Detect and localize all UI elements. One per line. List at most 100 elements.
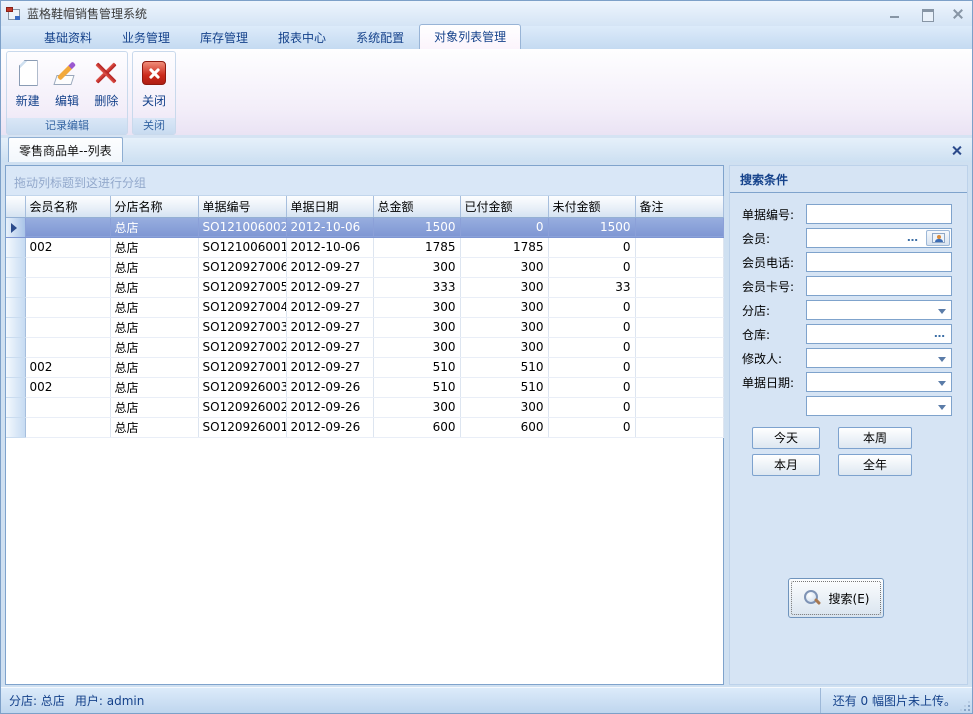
grid-cell[interactable]: SO120927001 xyxy=(198,357,286,377)
grid-cell[interactable]: 300 xyxy=(460,277,548,297)
row-indicator-cell[interactable] xyxy=(6,397,25,417)
grid-cell[interactable]: 510 xyxy=(373,357,460,377)
delete-button[interactable]: 删除 xyxy=(87,55,126,109)
row-indicator-cell[interactable] xyxy=(6,277,25,297)
grid-cell[interactable]: 600 xyxy=(373,417,460,437)
grid-cell[interactable]: 300 xyxy=(373,397,460,417)
grid-cell[interactable]: SO120927004 xyxy=(198,297,286,317)
grid-cell[interactable]: 总店 xyxy=(110,357,198,377)
grid-cell[interactable]: 0 xyxy=(548,317,635,337)
grid-cell[interactable]: 2012-09-27 xyxy=(286,297,373,317)
this-month-button[interactable]: 本月 xyxy=(752,454,820,476)
grid-cell[interactable]: 2012-09-27 xyxy=(286,337,373,357)
ribbon-tab-reports[interactable]: 报表中心 xyxy=(263,25,341,49)
row-indicator-cell[interactable] xyxy=(6,317,25,337)
search-button[interactable]: 搜索(E) xyxy=(788,578,884,618)
row-indicator-cell[interactable] xyxy=(6,357,25,377)
ribbon-tab-object-list[interactable]: 对象列表管理 xyxy=(419,24,521,49)
order-no-input[interactable] xyxy=(807,205,951,223)
maximize-button[interactable] xyxy=(920,8,934,20)
column-header[interactable]: 分店名称 xyxy=(110,196,198,217)
grid-cell[interactable]: 33 xyxy=(548,277,635,297)
ellipsis-icon[interactable]: … xyxy=(907,231,919,244)
grid-cell[interactable]: SO121006002 xyxy=(198,217,286,237)
table-row[interactable]: 002总店SO1209260032012-09-265105100 xyxy=(6,377,723,397)
grid-cell[interactable]: 2012-09-27 xyxy=(286,357,373,377)
table-row[interactable]: 总店SO1210060022012-10-06150001500 xyxy=(6,217,723,237)
row-indicator-cell[interactable] xyxy=(6,297,25,317)
grid-cell[interactable] xyxy=(25,317,110,337)
order-date-to-select[interactable] xyxy=(807,397,951,415)
grid-cell[interactable]: 0 xyxy=(548,357,635,377)
row-indicator-cell[interactable] xyxy=(6,217,25,237)
table-row[interactable]: 总店SO1209270062012-09-273003000 xyxy=(6,257,723,277)
column-header[interactable]: 单据日期 xyxy=(286,196,373,217)
grid-cell[interactable]: 总店 xyxy=(110,277,198,297)
grid-cell[interactable]: 002 xyxy=(25,357,110,377)
member-card-input[interactable] xyxy=(807,277,951,295)
grid-cell[interactable]: 0 xyxy=(548,377,635,397)
full-year-button[interactable]: 全年 xyxy=(838,454,912,476)
grid-cell[interactable]: 总店 xyxy=(110,377,198,397)
chevron-down-icon[interactable] xyxy=(938,381,946,386)
grid-cell[interactable] xyxy=(25,257,110,277)
member-phone-input[interactable] xyxy=(807,253,951,271)
member-picker-button[interactable] xyxy=(926,230,950,246)
edit-button[interactable]: 编辑 xyxy=(47,55,86,109)
grid-cell[interactable]: 0 xyxy=(548,417,635,437)
grid-cell[interactable]: SO120927002 xyxy=(198,337,286,357)
minimize-button[interactable] xyxy=(888,8,902,20)
today-button[interactable]: 今天 xyxy=(752,427,820,449)
grid-cell[interactable]: 002 xyxy=(25,237,110,257)
close-button[interactable] xyxy=(952,8,964,20)
ribbon-tab-basic-data[interactable]: 基础资料 xyxy=(29,25,107,49)
table-row[interactable]: 总店SO1209260022012-09-263003000 xyxy=(6,397,723,417)
chevron-down-icon[interactable] xyxy=(938,309,946,314)
grid-cell[interactable]: 2012-09-27 xyxy=(286,277,373,297)
grid-cell[interactable]: 300 xyxy=(373,317,460,337)
grid-cell[interactable] xyxy=(635,417,723,437)
this-week-button[interactable]: 本周 xyxy=(838,427,912,449)
column-header[interactable]: 已付金额 xyxy=(460,196,548,217)
grid-cell[interactable]: 总店 xyxy=(110,237,198,257)
table-row[interactable]: 总店SO1209260012012-09-266006000 xyxy=(6,417,723,437)
table-row[interactable]: 总店SO1209270042012-09-273003000 xyxy=(6,297,723,317)
grid-cell[interactable] xyxy=(25,337,110,357)
grid-cell[interactable]: 333 xyxy=(373,277,460,297)
order-date-from-select[interactable] xyxy=(807,373,951,391)
tab-retail-goods-list[interactable]: 零售商品单--列表 xyxy=(8,137,123,162)
grid-cell[interactable]: 300 xyxy=(373,337,460,357)
ribbon-tab-business[interactable]: 业务管理 xyxy=(107,25,185,49)
row-indicator-cell[interactable] xyxy=(6,377,25,397)
grid-cell[interactable] xyxy=(25,417,110,437)
grid-cell[interactable] xyxy=(635,237,723,257)
grid-cell[interactable]: 002 xyxy=(25,377,110,397)
grid-cell[interactable] xyxy=(25,217,110,237)
warehouse-input[interactable] xyxy=(807,325,951,343)
row-indicator-cell[interactable] xyxy=(6,417,25,437)
grid-cell[interactable]: SO120926003 xyxy=(198,377,286,397)
grid-cell[interactable]: 2012-09-26 xyxy=(286,417,373,437)
grid-cell[interactable]: 2012-09-26 xyxy=(286,397,373,417)
ellipsis-icon[interactable]: … xyxy=(934,327,946,340)
grid-cell[interactable]: 总店 xyxy=(110,317,198,337)
grid-cell[interactable]: 1785 xyxy=(460,237,548,257)
grid-cell[interactable]: 2012-10-06 xyxy=(286,217,373,237)
grid-cell[interactable]: 510 xyxy=(373,377,460,397)
grid-cell[interactable]: 0 xyxy=(548,397,635,417)
grid-cell[interactable]: SO121006001 xyxy=(198,237,286,257)
branch-select[interactable] xyxy=(807,301,951,319)
grid-cell[interactable]: 300 xyxy=(373,257,460,277)
table-row[interactable]: 总店SO1209270022012-09-273003000 xyxy=(6,337,723,357)
grid-cell[interactable]: 510 xyxy=(460,357,548,377)
row-indicator-cell[interactable] xyxy=(6,257,25,277)
grid-cell[interactable] xyxy=(635,277,723,297)
grid-cell[interactable]: 2012-10-06 xyxy=(286,237,373,257)
grid-cell[interactable] xyxy=(635,297,723,317)
grid-cell[interactable]: 0 xyxy=(548,337,635,357)
grid-cell[interactable] xyxy=(635,357,723,377)
modifier-select[interactable] xyxy=(807,349,951,367)
grid-cell[interactable] xyxy=(635,217,723,237)
resize-grip[interactable] xyxy=(960,701,970,711)
column-header[interactable]: 会员名称 xyxy=(25,196,110,217)
